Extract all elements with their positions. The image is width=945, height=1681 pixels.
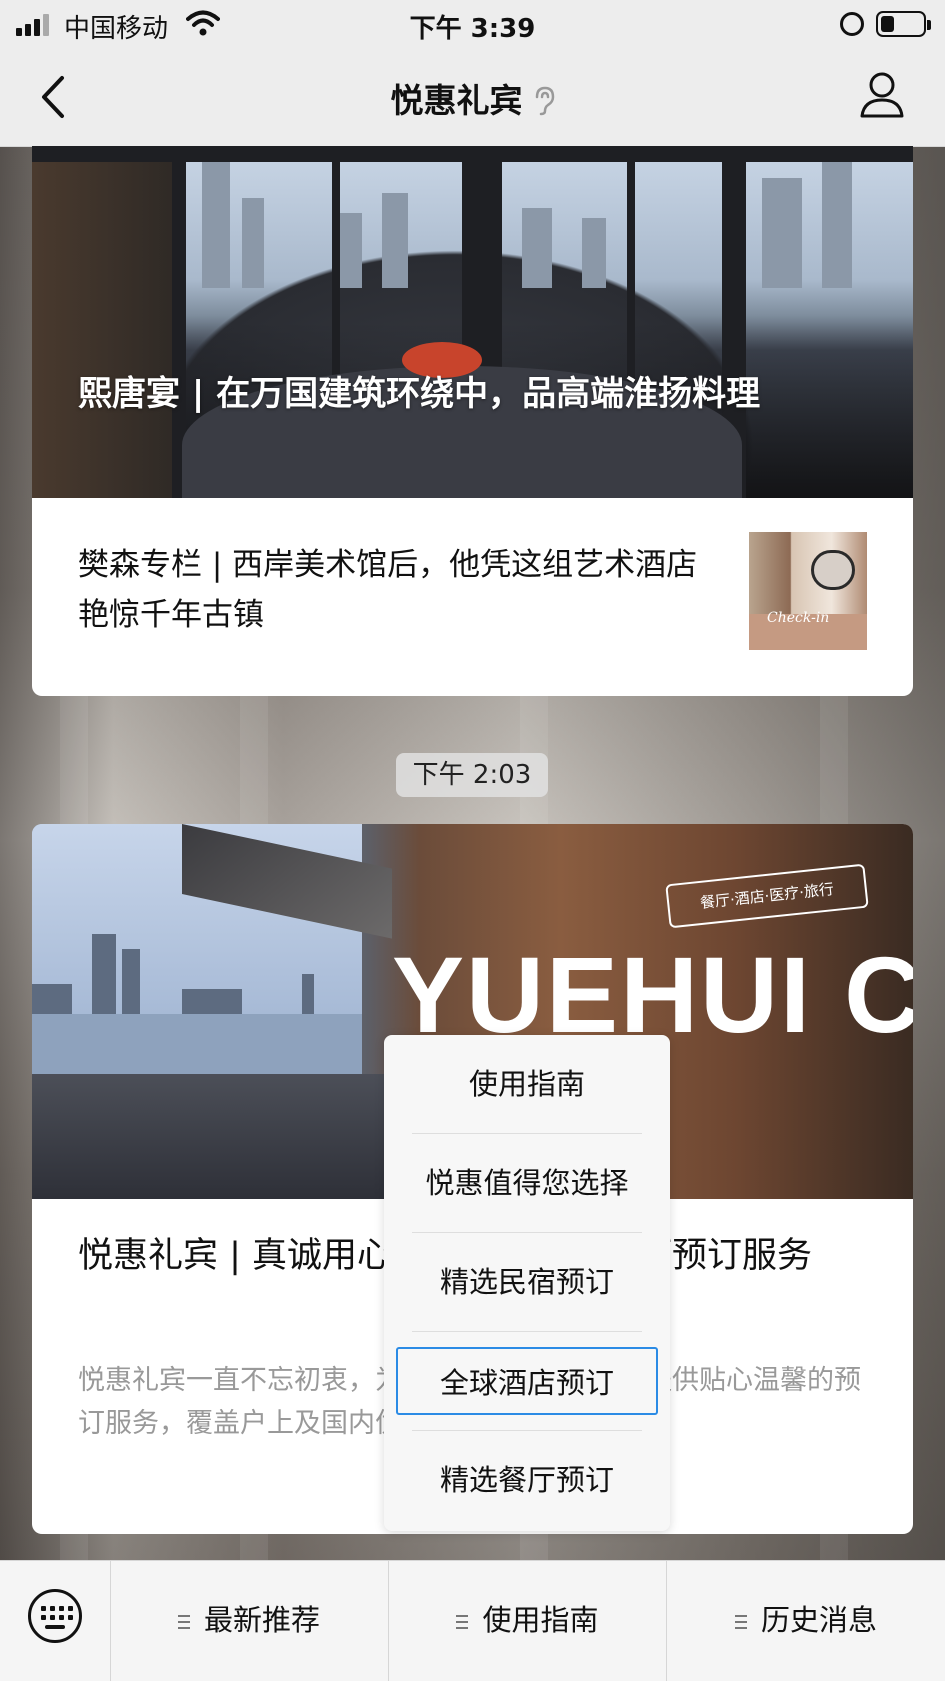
thumb-mirror bbox=[811, 550, 855, 590]
banner-ribbon: 餐厅·酒店·医疗·旅行 bbox=[665, 863, 869, 929]
page-title-text: 悦惠礼宾 bbox=[390, 81, 523, 120]
submenu-item-restaurant-booking[interactable]: 精选餐厅预订 bbox=[384, 1431, 670, 1529]
menu-tab-label: 使用指南 bbox=[482, 1603, 599, 1637]
keyboard-icon bbox=[28, 1589, 82, 1643]
menu-tab-label: 历史消息 bbox=[760, 1603, 877, 1637]
nav-bar: 悦惠礼宾 bbox=[0, 48, 945, 147]
bottom-menu-bar: 最新推荐 使用指南 历史消息 bbox=[0, 1560, 945, 1681]
article-card[interactable]: 熙唐宴 | 在万国建筑环绕中，品高端淮扬料理 樊森专栏 | 西岸美术馆后，他凭这… bbox=[32, 146, 913, 696]
banner-skyline bbox=[302, 974, 314, 1014]
hero-tower bbox=[242, 198, 264, 288]
article-hero-caption[interactable]: 熙唐宴 | 在万国建筑环绕中，品高端淮扬料理 bbox=[78, 368, 868, 420]
banner-skyline bbox=[32, 984, 72, 1014]
menu-lines-icon bbox=[734, 1615, 747, 1629]
sub-article-thumbnail[interactable]: Check-in bbox=[749, 532, 867, 650]
banner-skyline bbox=[182, 989, 242, 1014]
page-title: 悦惠礼宾 bbox=[0, 74, 945, 122]
menu-tab-label: 最新推荐 bbox=[203, 1603, 320, 1637]
thumbnail-label: Check-in bbox=[767, 610, 830, 626]
hero-wall bbox=[32, 146, 172, 498]
submenu-item-why-choose[interactable]: 悦惠值得您选择 bbox=[384, 1134, 670, 1232]
sub-article-title[interactable]: 樊森专栏 | 西岸美术馆后，他凭这组艺术酒店艳惊千年古镇 bbox=[78, 540, 698, 640]
menu-lines-icon bbox=[177, 1615, 190, 1629]
keyboard-toggle-button[interactable] bbox=[0, 1561, 111, 1681]
status-time: 下午 3:39 bbox=[409, 14, 536, 44]
banner-terrace bbox=[32, 1074, 402, 1199]
banner-skyline bbox=[92, 934, 116, 1014]
hero-tower bbox=[582, 218, 606, 288]
rotation-lock-icon bbox=[840, 12, 864, 36]
submenu-item-hotel-booking[interactable]: 全球酒店预订 bbox=[396, 1347, 658, 1415]
submenu-divider bbox=[412, 1331, 642, 1332]
menu-lines-icon bbox=[456, 1615, 469, 1629]
menu-tab-guide[interactable]: 使用指南 bbox=[389, 1561, 667, 1681]
submenu-popup: 使用指南 悦惠值得您选择 精选民宿预订 全球酒店预订 精选餐厅预订 bbox=[384, 1035, 670, 1531]
message-timestamp: 下午 2:03 bbox=[396, 753, 548, 797]
battery-icon bbox=[876, 11, 931, 37]
status-bar: 中国移动 下午 3:39 bbox=[0, 0, 945, 48]
ear-icon bbox=[535, 86, 554, 116]
hero-tower bbox=[382, 193, 408, 288]
hero-tower bbox=[822, 158, 852, 288]
hero-tower bbox=[202, 158, 230, 288]
menu-tab-history[interactable]: 历史消息 bbox=[667, 1561, 945, 1681]
submenu-item-homestay-booking[interactable]: 精选民宿预订 bbox=[384, 1233, 670, 1331]
banner-skyline bbox=[122, 949, 140, 1014]
user-icon[interactable] bbox=[858, 70, 906, 120]
banner-river bbox=[32, 1014, 362, 1074]
article-hero-image[interactable]: 熙唐宴 | 在万国建筑环绕中，品高端淮扬料理 bbox=[32, 146, 913, 498]
hero-tower bbox=[762, 178, 802, 288]
menu-tab-latest[interactable]: 最新推荐 bbox=[110, 1561, 389, 1681]
hero-tower bbox=[522, 208, 552, 288]
submenu-item-guide[interactable]: 使用指南 bbox=[384, 1035, 670, 1133]
